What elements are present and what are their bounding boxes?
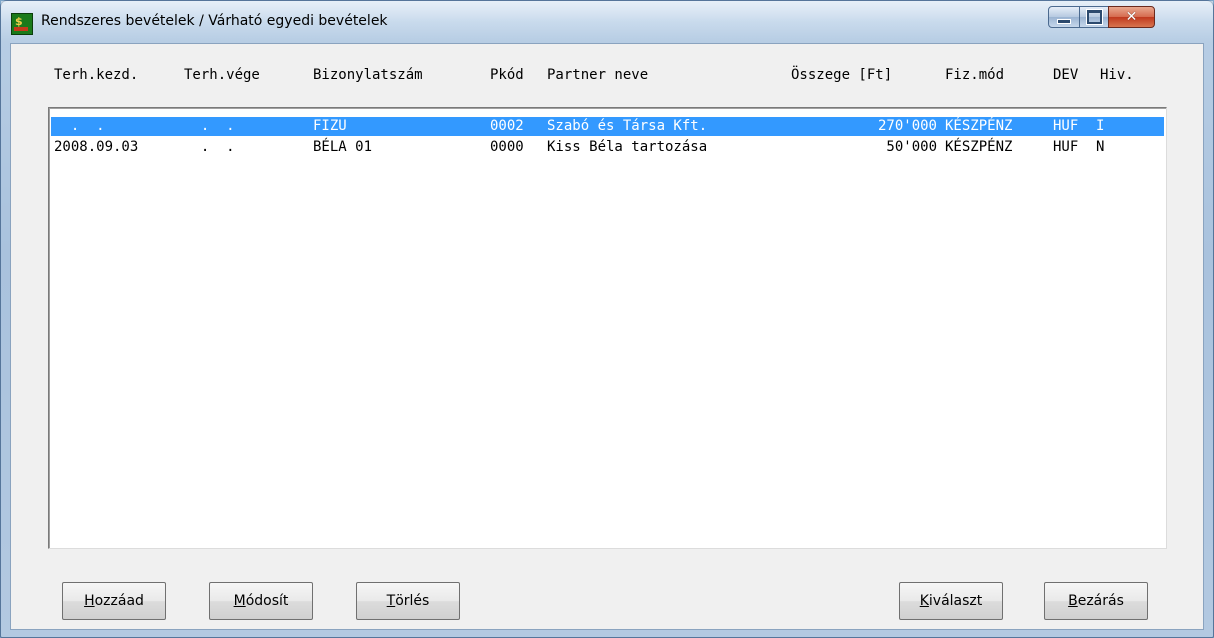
close-window-button[interactable]: ✕: [1108, 6, 1155, 28]
delete-button-mnemonic: T: [386, 593, 396, 609]
close-button[interactable]: Bezárás: [1044, 582, 1148, 620]
table-row[interactable]: . . . . FIZU 0002 Szabó és Társa Kft. 27…: [51, 117, 1164, 136]
cell-currency: HUF: [1053, 139, 1079, 155]
add-button-label: ozzáad: [94, 593, 144, 609]
cell-amount: 270'000: [877, 118, 937, 134]
delete-button[interactable]: Törlés: [356, 582, 460, 620]
column-header-start: Terh.kezd.: [54, 67, 139, 83]
modify-button[interactable]: Módosít: [209, 582, 313, 620]
column-header-official: Hiv.: [1100, 67, 1134, 83]
cell-official: I: [1096, 118, 1105, 134]
select-button[interactable]: Kiválaszt: [899, 582, 1003, 620]
maximize-button[interactable]: [1079, 6, 1109, 28]
select-button-mnemonic: K: [919, 593, 929, 609]
column-header-row: Terh.kezd. Terh.vége Bizonylatszám Pkód …: [45, 63, 1165, 87]
minimize-button[interactable]: [1048, 6, 1080, 28]
column-header-pcode: Pkód: [490, 67, 524, 83]
column-header-paymode: Fiz.mód: [945, 67, 1005, 83]
column-header-amount: Összege [Ft]: [791, 67, 893, 83]
cell-start: 2008.09.03: [54, 139, 139, 155]
column-header-doc: Bizonylatszám: [313, 67, 423, 83]
cell-amount: 50'000: [886, 139, 937, 155]
cell-start: . .: [54, 118, 105, 134]
cell-end: . .: [184, 139, 235, 155]
column-header-currency: DEV: [1053, 67, 1079, 83]
cell-end: . .: [184, 118, 235, 134]
income-list[interactable]: . . . . FIZU 0002 Szabó és Társa Kft. 27…: [48, 107, 1167, 549]
title-bar[interactable]: $ Rendszeres bevételek / Várható egyedi …: [1, 1, 1213, 43]
add-button-mnemonic: H: [84, 593, 95, 609]
column-header-partner: Partner neve: [547, 67, 649, 83]
cell-doc: BÉLA 01: [313, 139, 373, 155]
cell-pcode: 0002: [490, 118, 524, 134]
cell-doc: FIZU: [313, 118, 347, 134]
cell-partner: Szabó és Társa Kft.: [547, 118, 708, 134]
column-header-end: Terh.vége: [184, 67, 260, 83]
table-row[interactable]: 2008.09.03 . . BÉLA 01 0000 Kiss Béla ta…: [51, 138, 1164, 157]
window-title: Rendszeres bevételek / Várható egyedi be…: [41, 13, 388, 29]
minimize-icon: [1057, 18, 1071, 24]
main-window: $ Rendszeres bevételek / Várható egyedi …: [0, 0, 1214, 638]
cell-currency: HUF: [1053, 118, 1079, 134]
close-icon: ✕: [1125, 9, 1138, 25]
close-button-mnemonic: B: [1068, 593, 1078, 609]
delete-button-label: örlés: [395, 593, 430, 609]
close-button-label: ezárás: [1077, 593, 1124, 609]
modify-button-mnemonic: M: [233, 593, 246, 609]
app-money-icon[interactable]: $: [11, 13, 33, 35]
modify-button-label: ódosít: [245, 593, 289, 609]
select-button-label: iválaszt: [928, 593, 983, 609]
cell-pcode: 0000: [490, 139, 524, 155]
add-button[interactable]: Hozzáad: [62, 582, 166, 620]
cell-paymode: KÉSZPÉNZ: [945, 139, 1013, 155]
maximize-icon: [1085, 9, 1103, 25]
cell-partner: Kiss Béla tartozása: [547, 139, 708, 155]
cell-paymode: KÉSZPÉNZ: [945, 118, 1013, 134]
caption-buttons: ✕: [1048, 6, 1203, 30]
cell-official: N: [1096, 139, 1105, 155]
